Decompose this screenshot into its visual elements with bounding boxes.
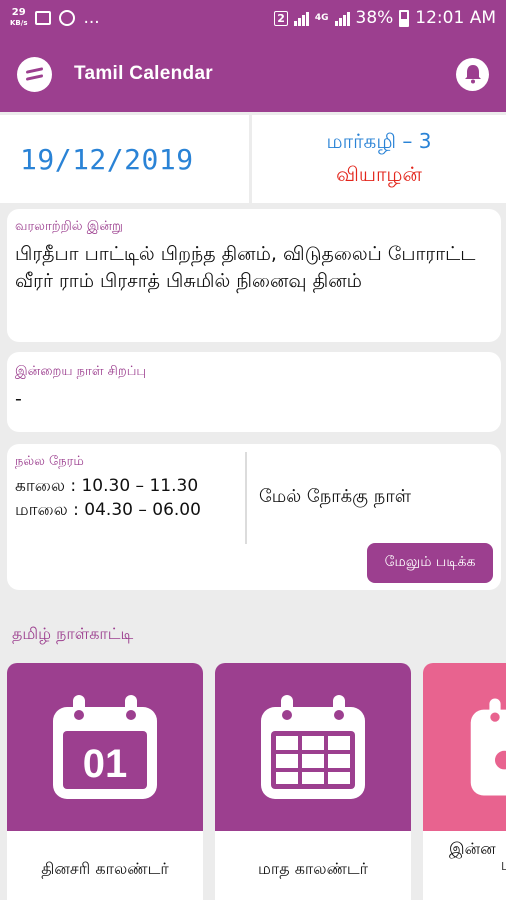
sim-icon: 2 xyxy=(274,10,288,26)
divider xyxy=(245,452,247,544)
battery-percent: 38% xyxy=(355,8,394,28)
gallery-icon xyxy=(35,11,52,25)
daily-calendar-icon: 01 xyxy=(53,695,157,799)
day-type: மேல் நோக்கு நாள் xyxy=(259,486,411,507)
status-bar: 29 KB/s ... 2 4G 38% 12:01 AM xyxy=(0,0,506,36)
history-card[interactable]: வரலாற்றில் இன்று பிரதீபா பாட்டில் பிறந்த… xyxy=(7,209,501,342)
morning-time: காலை : 10.30 – 11.30 xyxy=(15,476,199,496)
gregorian-date: 19/12/2019 xyxy=(20,142,194,176)
menu-icon[interactable] xyxy=(17,56,52,92)
calendar-icon xyxy=(470,698,506,796)
more-notifications: ... xyxy=(83,8,100,28)
monthly-calendar-tile[interactable]: மாத காலண்டர் xyxy=(215,663,411,900)
daily-calendar-number: 01 xyxy=(83,742,128,786)
evening-time: மாலை : 04.30 – 06.00 xyxy=(15,500,201,520)
calendar-tile-3-label: இன்ன xyxy=(449,839,496,858)
good-time-card: நல்ல நேரம் காலை : 10.30 – 11.30 மாலை : 0… xyxy=(7,444,501,590)
signal-icon-2 xyxy=(334,10,350,26)
special-card[interactable]: இன்றைய நாள் சிறப்பு - xyxy=(7,352,501,432)
monthly-calendar-icon xyxy=(261,695,365,799)
network-speed: 29 KB/s xyxy=(10,7,28,28)
weekday: வியாழன் xyxy=(336,162,422,186)
calendar-tile-3-sub: L xyxy=(501,860,506,873)
calendar-tile-3[interactable]: இன்ன L xyxy=(423,663,506,900)
history-text: பிரதீபா பாட்டில் பிறந்த தினம், விடுதலைப்… xyxy=(15,243,476,292)
good-time-label: நல்ல நேரம் xyxy=(15,454,84,469)
network-type: 4G xyxy=(314,13,329,23)
signal-icon xyxy=(293,10,309,26)
bell-icon[interactable] xyxy=(456,57,489,91)
whatsapp-icon xyxy=(59,10,76,26)
daily-calendar-tile[interactable]: 01 தினசரி காலண்டர் xyxy=(7,663,203,900)
daily-calendar-label: தினசரி காலண்டர் xyxy=(7,831,203,900)
app-title: Tamil Calendar xyxy=(74,63,213,84)
special-label: இன்றைய நாள் சிறப்பு xyxy=(15,364,147,379)
special-text: - xyxy=(15,388,22,410)
clock: 12:01 AM xyxy=(415,8,496,28)
app-bar: Tamil Calendar xyxy=(0,36,506,112)
monthly-calendar-label: மாத காலண்டர் xyxy=(215,831,411,900)
tamil-date: மார்கழி – 3 xyxy=(326,129,432,153)
battery-icon xyxy=(399,9,410,27)
history-label: வரலாற்றில் இன்று xyxy=(15,219,123,234)
date-header: 19/12/2019 மார்கழி – 3 வியாழன் xyxy=(0,115,506,203)
read-more-button[interactable]: மேலும் படிக்க xyxy=(367,543,493,583)
section-title: தமிழ் நாள்காட்டி xyxy=(12,624,134,643)
